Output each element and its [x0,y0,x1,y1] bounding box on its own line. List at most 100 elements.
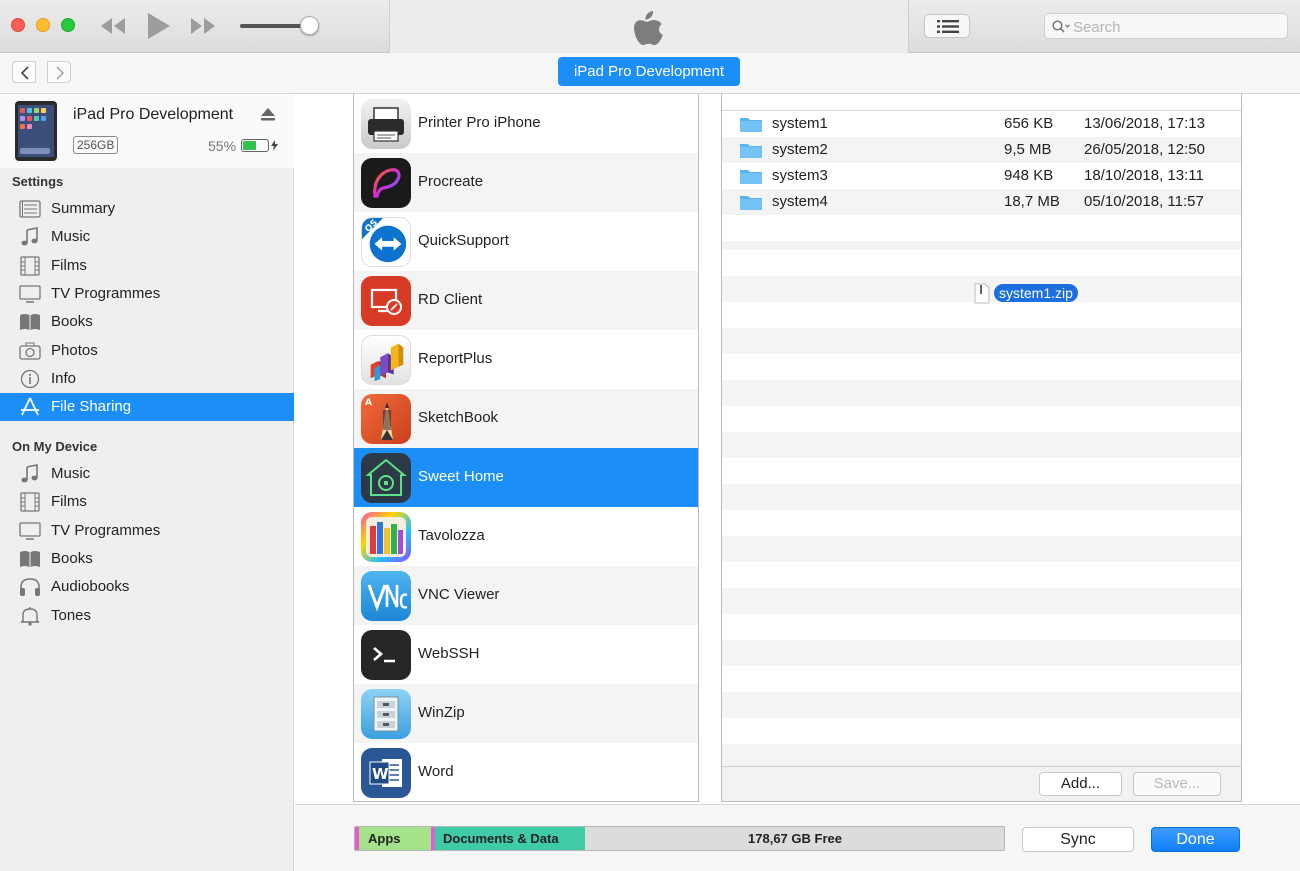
search-field[interactable]: Search [1044,13,1288,39]
file-size: 9,5 MB [1004,141,1052,158]
sidebar-item-label: Tones [51,607,92,624]
sidebar-item-file-sharing[interactable]: File Sharing [0,393,294,421]
app-row-printer-pro[interactable]: Printer Pro iPhone [354,94,698,153]
sidebar-item-audiobooks[interactable]: Audiobooks [0,573,294,601]
sidebar-item-label: Summary [51,200,116,217]
app-row-winzip[interactable]: WinZip [354,684,698,743]
play-icon[interactable] [147,12,171,40]
sidebar-item-device-music[interactable]: Music [0,460,294,488]
app-name: Procreate [418,173,484,190]
forward-button[interactable] [47,61,71,83]
file-row-system3[interactable]: system3 948 KB 18/10/2018, 13:11 [722,163,1241,189]
tv-icon [19,285,41,303]
app-row-sketchbook[interactable]: A SketchBook [354,389,698,448]
charging-bolt-icon [271,140,278,151]
file-name: system2 [772,141,828,158]
eject-icon[interactable] [261,108,275,121]
app-row-procreate[interactable]: Procreate [354,153,698,212]
back-button[interactable] [12,61,36,83]
sidebar-item-info[interactable]: Info [0,365,294,393]
zoom-window-button[interactable] [61,18,75,32]
device-tab[interactable]: iPad Pro Development [558,57,740,86]
app-name: QuickSupport [418,232,509,249]
chevron-left-icon [20,66,29,80]
app-row-word[interactable]: W Word [354,743,698,801]
sidebar-item-label: Music [51,228,91,245]
sync-button[interactable]: Sync [1022,827,1134,852]
sidebar-item-films[interactable]: Films [0,252,294,280]
sidebar-item-device-films[interactable]: Films [0,488,294,516]
navigation-bar: iPad Pro Development [0,53,1300,94]
fast-forward-icon[interactable] [190,16,216,36]
file-row-system4[interactable]: system4 18,7 MB 05/10/2018, 11:57 [722,189,1241,215]
file-name: system3 [772,167,828,184]
save-file-button[interactable]: Save... [1133,772,1221,796]
close-window-button[interactable] [11,18,25,32]
sidebar-item-music[interactable]: Music [0,223,294,251]
app-row-webssh[interactable]: WebSSH [354,625,698,684]
app-row-rd-client[interactable]: RD Client [354,271,698,330]
sidebar-item-label: TV Programmes [51,522,161,539]
capacity-segment-apps: Apps [359,827,431,850]
sidebar-item-books[interactable]: Books [0,308,294,336]
summary-icon [19,200,41,218]
sidebar-item-tv-programmes[interactable]: TV Programmes [0,280,294,308]
app-name: VNC Viewer [418,586,500,603]
app-name: Tavolozza [418,527,485,544]
file-row-system2[interactable]: system2 9,5 MB 26/05/2018, 12:50 [722,137,1241,163]
app-row-tavolozza[interactable]: Tavolozza [354,507,698,566]
minimize-window-button[interactable] [36,18,50,32]
file-row-system1[interactable]: system1 656 KB 13/06/2018, 17:13 [722,111,1241,137]
dragged-file[interactable]: system1.zip [974,283,1088,305]
sidebar-item-device-books[interactable]: Books [0,545,294,573]
device-header[interactable]: iPad Pro Development 256GB 55% [0,94,294,168]
bell-icon [20,607,40,626]
sidebar-item-label: Films [51,493,87,510]
bottom-bar: Apps Documents & Data 178,67 GB Free Syn… [295,804,1300,871]
documents-list: system1 656 KB 13/06/2018, 17:13 system2… [721,94,1242,802]
file-sharing-icon [21,397,39,416]
add-file-button[interactable]: Add... [1039,772,1122,796]
capacity-segment-documents: Documents & Data [435,827,585,850]
app-name: SketchBook [418,409,499,426]
headphones-icon [20,578,40,596]
on-my-device-heading: On My Device [12,439,98,454]
music-icon [21,464,38,483]
sidebar-item-label: Books [51,550,93,567]
app-row-vnc-viewer[interactable]: VNC Viewer [354,566,698,625]
sidebar-item-device-tv-programmes[interactable]: TV Programmes [0,517,294,545]
app-row-quicksupport[interactable]: QS QuickSupport [354,212,698,271]
tv-icon [19,522,41,540]
rewind-icon[interactable] [100,16,126,36]
folder-icon [740,196,762,210]
app-name: ReportPlus [418,350,493,367]
ipad-icon [15,101,57,161]
file-date: 26/05/2018, 12:50 [1084,141,1205,158]
capacity-free-space: 178,67 GB Free [585,827,1004,850]
sidebar-item-summary[interactable]: Summary [0,195,294,223]
svg-text:W: W [372,765,389,783]
volume-slider-knob[interactable] [300,16,319,35]
capacity-badge: 256GB [73,136,119,154]
rd-client-app-icon [361,276,411,326]
sidebar-item-label: Audiobooks [51,578,130,595]
settings-heading: Settings [12,174,64,189]
done-button[interactable]: Done [1151,827,1240,852]
app-row-reportplus[interactable]: ReportPlus [354,330,698,389]
sidebar-item-tones[interactable]: Tones [0,602,294,630]
app-name: Word [418,763,454,780]
procreate-app-icon [361,158,411,208]
dragged-file-name: system1.zip [994,284,1078,302]
sidebar-item-label: File Sharing [51,398,132,415]
sidebar-item-photos[interactable]: Photos [0,337,294,365]
list-view-button[interactable] [924,14,970,38]
file-size: 656 KB [1004,115,1054,132]
app-name: WebSSH [418,645,480,662]
sidebar-item-label: TV Programmes [51,285,161,302]
app-row-sweet-home[interactable]: Sweet Home [354,448,698,507]
file-date: 18/10/2018, 13:11 [1084,167,1204,184]
file-size: 18,7 MB [1004,193,1060,210]
battery-percentage: 55% [208,138,237,154]
word-app-icon: W [361,748,411,798]
folder-icon [740,118,762,132]
